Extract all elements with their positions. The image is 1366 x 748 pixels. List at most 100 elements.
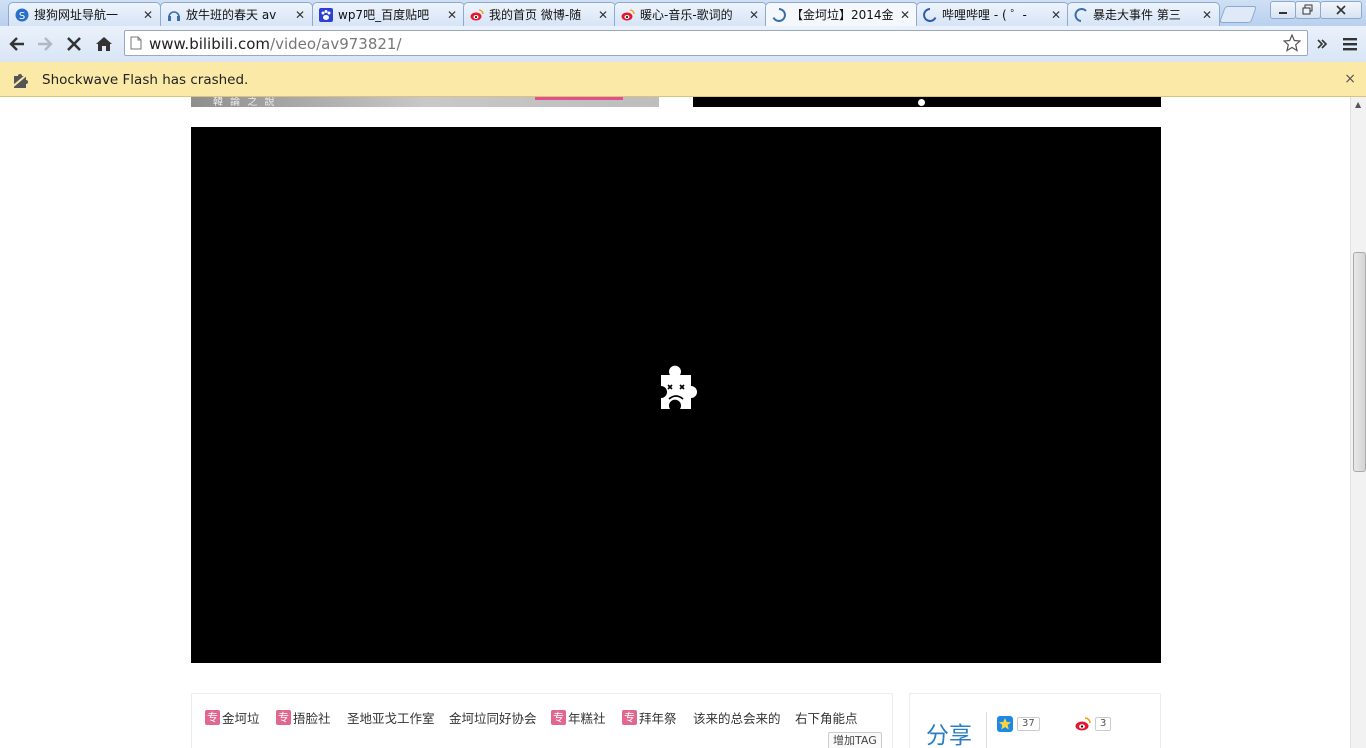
tab-title: 暖心-音乐-歌词的 xyxy=(640,8,733,22)
page-content: 韓 論 之 說 专金坷垃 专捂脸社 圣地亚戈工作室 金坷垃同好协会 专年糕社 专… xyxy=(0,97,1350,748)
tab-strip: S 搜狗网址导航一 ✕ 放牛班的春天 av ✕ wp7吧_百度贴吧 ✕ 我的首页… xyxy=(0,0,1366,26)
special-tag-badge: 专 xyxy=(551,710,566,725)
thumbnail-dot xyxy=(918,99,925,106)
loading-spinner-icon xyxy=(772,7,786,22)
tag-label: 年糕社 xyxy=(568,711,606,726)
infobar-message: Shockwave Flash has crashed. xyxy=(42,72,249,88)
forward-button[interactable] xyxy=(33,32,57,56)
thumbnail-accent-bar xyxy=(535,97,623,100)
tab-3[interactable]: 我的首页 微博-随 ✕ xyxy=(463,2,616,26)
tag-item[interactable]: 圣地亚戈工作室 xyxy=(347,708,435,727)
stop-button[interactable] xyxy=(62,32,86,56)
tab-7[interactable]: 暴走大事件 第三 ✕ xyxy=(1067,2,1220,26)
crash-infobar: Shockwave Flash has crashed. × xyxy=(0,62,1366,97)
share-title: 分享 xyxy=(926,723,972,748)
qzone-star-icon xyxy=(997,716,1013,732)
weibo-icon xyxy=(1075,717,1091,731)
tag-label: 该来的总会来的 xyxy=(693,711,781,726)
bookmark-star-icon[interactable] xyxy=(1282,33,1302,55)
tag-item[interactable]: 专捂脸社 xyxy=(276,708,331,727)
tab-title: 搜狗网址导航一 xyxy=(34,8,119,22)
close-window-button[interactable] xyxy=(1320,1,1362,19)
tab-6[interactable]: 哔哩哔哩 - ( ゜- ✕ xyxy=(916,2,1069,26)
browser-toolbar: www.bilibili.com/video/av973821/ xyxy=(0,26,1366,62)
tag-label: 右下角能点 xyxy=(795,711,858,726)
close-icon[interactable]: ✕ xyxy=(142,8,154,22)
headphones-icon xyxy=(167,8,181,22)
new-tab-button[interactable] xyxy=(1218,6,1258,23)
extensions-overflow-button[interactable] xyxy=(1312,32,1332,56)
thumbnail-caption: 韓 論 之 說 xyxy=(213,97,277,108)
sad-puzzle-crash-icon xyxy=(647,363,707,426)
add-tag-button[interactable]: 增加TAG xyxy=(828,732,882,748)
svg-text:S: S xyxy=(19,11,25,22)
close-icon[interactable]: ✕ xyxy=(748,8,760,22)
page-scrollbar[interactable]: ▲ xyxy=(1350,97,1366,748)
close-icon[interactable]: ✕ xyxy=(446,8,458,22)
tag-item[interactable]: 专拜年祭 xyxy=(622,708,677,727)
special-tag-badge: 专 xyxy=(205,710,220,725)
special-tag-badge: 专 xyxy=(276,710,291,725)
share-count: 37 xyxy=(1017,717,1040,731)
baidu-paw-icon xyxy=(319,7,333,22)
tab-4[interactable]: 暖心-音乐-歌词的 ✕ xyxy=(614,2,767,26)
tag-item[interactable]: 专年糕社 xyxy=(551,708,606,727)
weibo-icon xyxy=(470,8,484,22)
close-icon[interactable]: ✕ xyxy=(1201,8,1213,22)
menu-button[interactable] xyxy=(1338,32,1362,56)
close-icon[interactable]: ✕ xyxy=(597,8,609,22)
share-count: 3 xyxy=(1095,717,1112,731)
share-qzone[interactable]: 37 xyxy=(997,716,1040,732)
special-tag-badge: 专 xyxy=(622,710,637,725)
close-icon[interactable]: ✕ xyxy=(1050,8,1062,22)
tab-title: 暴走大事件 第三 xyxy=(1093,8,1181,22)
tag-panel: 专金坷垃 专捂脸社 圣地亚戈工作室 金坷垃同好协会 专年糕社 专拜年祭 该来的总… xyxy=(191,693,893,748)
close-icon[interactable]: ✕ xyxy=(294,8,306,22)
share-panel: 分享 37 3 xyxy=(909,693,1161,748)
tab-title: wp7吧_百度贴吧 xyxy=(338,8,430,22)
home-button[interactable] xyxy=(92,32,116,56)
stop-x-icon xyxy=(67,37,81,51)
back-arrow-icon xyxy=(9,37,24,51)
double-chevron-icon xyxy=(1317,39,1328,49)
restore-button[interactable] xyxy=(1295,1,1321,19)
scrollbar-thumb[interactable] xyxy=(1353,252,1366,472)
tag-label: 金坷垃同好协会 xyxy=(449,711,537,726)
tag-item[interactable]: 专金坷垃 xyxy=(205,708,260,727)
video-thumbnail[interactable]: 韓 論 之 說 xyxy=(191,97,659,108)
url-path: /video/av973821/ xyxy=(270,35,402,53)
forward-arrow-icon xyxy=(38,37,53,51)
scroll-up-arrow-icon[interactable]: ▲ xyxy=(1355,100,1361,109)
tag-item[interactable]: 金坷垃同好协会 xyxy=(449,708,537,727)
tag-label: 圣地亚戈工作室 xyxy=(347,711,435,726)
loading-spinner-icon xyxy=(923,7,937,22)
sogou-icon: S xyxy=(15,8,29,22)
address-bar[interactable]: www.bilibili.com/video/av973821/ xyxy=(124,30,1308,56)
tab-title: 【金坷垃】2014金 xyxy=(791,8,894,22)
tab-title: 哔哩哔哩 - ( ゜- xyxy=(942,8,1027,22)
tag-label: 金坷垃 xyxy=(222,711,260,726)
tab-1[interactable]: 放牛班的春天 av ✕ xyxy=(160,2,313,26)
tab-title: 放牛班的春天 av xyxy=(186,8,277,22)
url-host: www.bilibili.com xyxy=(149,35,271,53)
tab-title: 我的首页 微博-随 xyxy=(489,8,582,22)
tag-item[interactable]: 右下角能点 xyxy=(795,708,858,727)
tag-label: 捂脸社 xyxy=(293,711,331,726)
plugin-crash-icon xyxy=(10,70,32,93)
video-thumbnail[interactable] xyxy=(693,97,1161,107)
flash-video-player[interactable] xyxy=(191,127,1161,663)
minimize-button[interactable] xyxy=(1270,1,1296,19)
infobar-close-icon[interactable]: × xyxy=(1344,71,1356,87)
tab-2[interactable]: wp7吧_百度贴吧 ✕ xyxy=(312,2,465,26)
home-icon xyxy=(96,37,112,51)
close-icon[interactable]: ✕ xyxy=(899,8,911,22)
page-icon xyxy=(130,36,142,53)
tab-0[interactable]: S 搜狗网址导航一 ✕ xyxy=(8,2,161,26)
tag-item[interactable]: 该来的总会来的 xyxy=(693,708,781,727)
share-weibo[interactable]: 3 xyxy=(1075,716,1112,732)
tag-label: 拜年祭 xyxy=(639,711,677,726)
share-divider xyxy=(986,712,987,748)
tab-5[interactable]: 【金坷垃】2014金 ✕ xyxy=(765,2,918,26)
url-text: www.bilibili.com/video/av973821/ xyxy=(149,35,402,53)
back-button[interactable] xyxy=(5,32,29,56)
